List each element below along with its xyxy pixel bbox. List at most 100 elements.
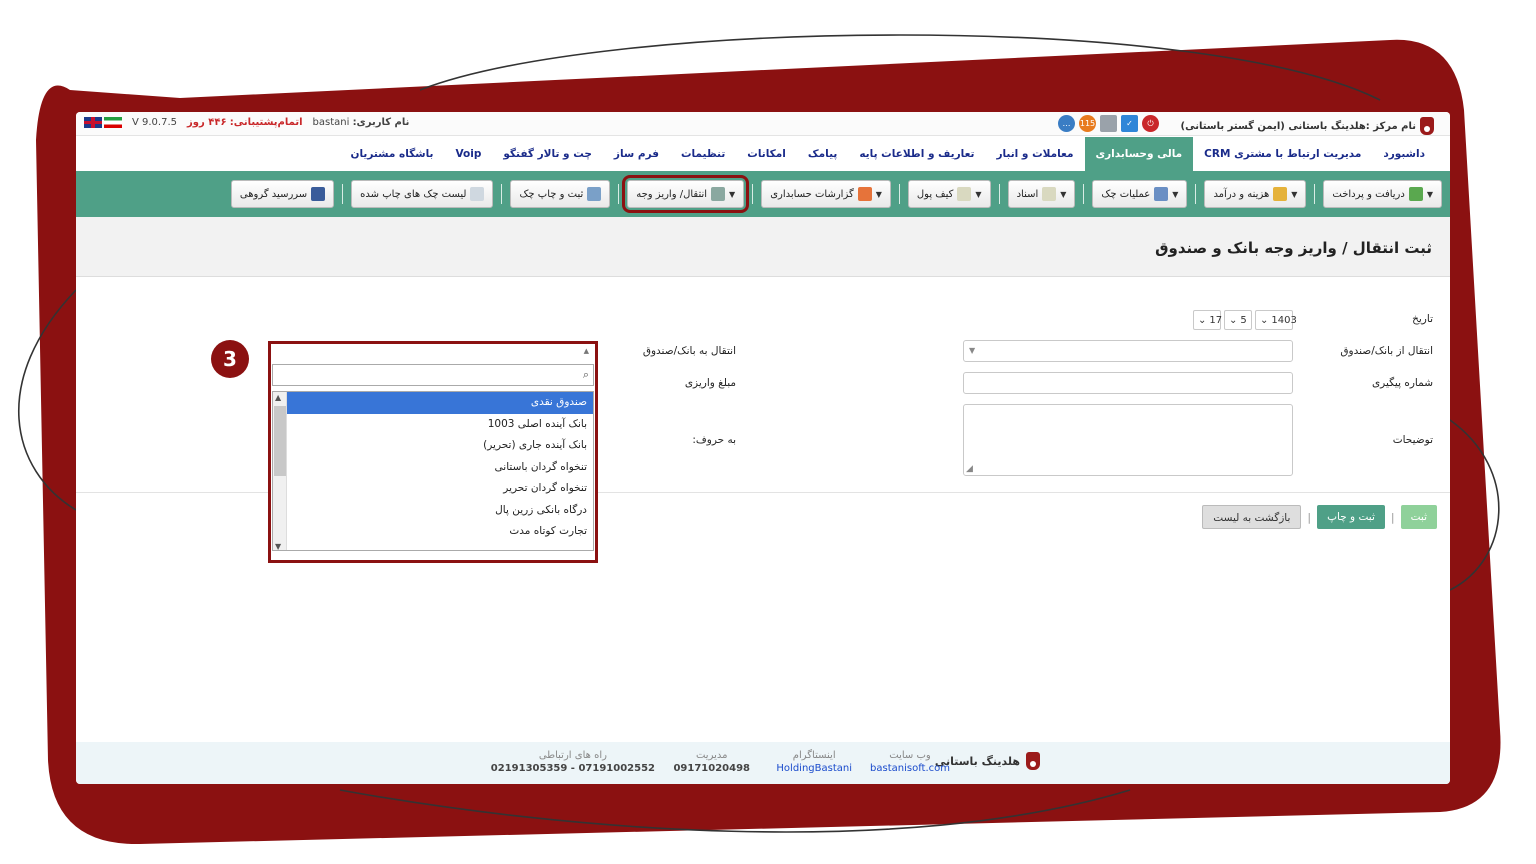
printer-icon xyxy=(587,187,602,201)
menu-crm[interactable]: مدیریت ارتباط با مشتری CRM xyxy=(1193,137,1372,171)
menu-finance[interactable]: مالی وحسابداری xyxy=(1084,137,1194,171)
resize-handle-icon[interactable]: ◢ xyxy=(966,464,973,474)
language-flags xyxy=(84,117,122,128)
caret-down-icon: ▼ xyxy=(1291,189,1298,199)
date-day-select[interactable]: ⌄ 17 xyxy=(1193,310,1223,330)
search-icon: ⌕ xyxy=(582,368,589,381)
toolbar-separator xyxy=(342,184,344,204)
support-label: اتمام‌پشتیبانی: xyxy=(229,117,303,128)
dropdown-items: صندوق نقدی بانک آینده اصلی 1003 بانک آین… xyxy=(287,392,593,543)
dropdown-options-list: ▲ ▼ صندوق نقدی بانک آینده اصلی 1003 بانک… xyxy=(272,391,594,551)
toolbar-transfer-deposit-button[interactable]: ▼ انتقال/ واریز وجه xyxy=(622,175,750,213)
notification-icon[interactable]: 115 xyxy=(1079,115,1096,132)
menu-base-info[interactable]: تعاریف و اطلاعات پایه xyxy=(848,137,985,171)
tracking-number-input[interactable] xyxy=(963,372,1293,394)
toolbar-printed-cheques-button[interactable]: لیست چک های چاپ شده xyxy=(351,180,494,208)
toolbar-separator xyxy=(1195,184,1197,204)
page-title: ثبت انتقال / واریز وجه بانک و صندوق xyxy=(1155,239,1432,257)
support-info: اتمام‌پشتیبانی: ۴۴۶ روز xyxy=(187,117,303,128)
description-textarea[interactable]: ◢ xyxy=(963,404,1293,476)
chevron-up-icon[interactable]: ▲ xyxy=(584,347,589,355)
to-account-label: انتقال به بانک/صندوق xyxy=(642,345,736,357)
date-month-select[interactable]: ⌄ 5 xyxy=(1224,310,1252,330)
dropdown-option[interactable]: صندوق نقدی xyxy=(287,392,593,414)
dropdown-option[interactable]: بانک آینده جاری (تحریر) xyxy=(287,435,593,457)
menu-sms[interactable]: پیامک xyxy=(797,137,848,171)
toolbar-print-cheque-button[interactable]: ثبت و چاپ چک xyxy=(510,180,611,208)
tracking-number-label: شماره پیگیری xyxy=(1371,377,1433,389)
submit-button[interactable]: ثبت xyxy=(1400,505,1437,529)
menu-features[interactable]: امکانات xyxy=(736,137,797,171)
dropdown-option[interactable]: تنخواه گردان باستانی xyxy=(287,457,593,479)
toolbar-cheque-ops-button[interactable]: ▼ عملیات چک xyxy=(1092,180,1188,208)
contact-phones: 07191002552 - 02191305359 xyxy=(490,763,655,774)
username-label: نام کاربری: xyxy=(352,117,410,128)
description-label: توضیحات xyxy=(1392,434,1433,446)
toolbar-wallet-button[interactable]: ▼ کیف پول xyxy=(907,180,991,208)
footer-website: وب سایت bastanisoft.com xyxy=(870,750,950,774)
scroll-down-icon[interactable]: ▼ xyxy=(275,542,281,550)
bastani-logo-icon xyxy=(1420,117,1434,135)
toolbar-transfer-deposit-label: انتقال/ واریز وجه xyxy=(636,188,708,200)
menu-dashboard[interactable]: داشبورد xyxy=(1372,137,1436,171)
toolbar-expense-income-button[interactable]: ▼ هزینه و درآمد xyxy=(1204,180,1307,208)
caret-down-icon: ▼ xyxy=(975,189,982,199)
finance-toolbar: ▼ دریافت و پرداخت ▼ هزینه و درآمد ▼ عملیات … xyxy=(76,171,1450,217)
persian-flag-icon[interactable] xyxy=(104,117,122,128)
footer-brand: هلدینگ باستانی xyxy=(935,752,1040,770)
dropdown-search-input[interactable]: ⌕ xyxy=(272,364,594,386)
dropdown-option[interactable]: تجارت کوتاه مدت xyxy=(287,521,593,543)
wallet-icon xyxy=(957,187,972,201)
scroll-up-icon[interactable]: ▲ xyxy=(275,393,281,402)
menu-form-builder[interactable]: فرم ساز xyxy=(603,137,670,171)
english-flag-icon[interactable] xyxy=(84,117,102,128)
username-info: نام کاربری: bastani xyxy=(313,117,410,128)
chevron-down-icon: ▼ xyxy=(969,346,976,355)
center-info: نام مرکز :هلدینگ باستانی (ایمن گستر باست… xyxy=(1181,117,1434,135)
chat-icon[interactable]: … xyxy=(1058,115,1075,132)
instagram-link[interactable]: HoldingBastani xyxy=(776,763,852,774)
toolbar-wallet-label: کیف پول xyxy=(916,188,954,200)
caret-down-icon: ▼ xyxy=(1172,189,1179,199)
footer: هلدینگ باستانی وب سایت bastanisoft.com ا… xyxy=(76,742,1450,784)
menu-settings[interactable]: تنظیمات xyxy=(670,137,736,171)
top-bar: نام مرکز :هلدینگ باستانی (ایمن گستر باست… xyxy=(76,112,1450,136)
contact-caption: راه های ارتباطی xyxy=(538,750,607,761)
menu-voip[interactable]: Voip xyxy=(444,137,492,171)
to-account-dropdown[interactable]: ▲ ⌕ ▲ ▼ صندوق نقدی بانک آینده اصلی 1003 … xyxy=(268,341,598,563)
toolbar-receive-pay-button[interactable]: ▼ دریافت و پرداخت xyxy=(1323,180,1442,208)
money-icon xyxy=(1408,187,1423,201)
toolbar-separator xyxy=(618,184,620,204)
chevron-down-icon: ⌄ xyxy=(1260,314,1269,326)
dropdown-option[interactable]: بانک آینده اصلی 1003 xyxy=(287,414,593,436)
caret-down-icon: ▼ xyxy=(1426,189,1433,199)
toolbar-expense-income-label: هزینه و درآمد xyxy=(1213,188,1270,200)
menu-customer-club[interactable]: باشگاه مشتریان xyxy=(339,137,444,171)
menu-trade-warehouse[interactable]: معاملات و انبار xyxy=(985,137,1084,171)
app-screen: نام مرکز :هلدینگ باستانی (ایمن گستر باست… xyxy=(76,112,1450,784)
toolbar-documents-button[interactable]: ▼ اسناد xyxy=(1007,180,1076,208)
tasks-icon[interactable]: ✓ xyxy=(1121,115,1138,132)
step-badge: 3 xyxy=(211,340,249,378)
back-to-list-button[interactable]: بازگشت به لیست xyxy=(1202,505,1302,529)
date-year-select[interactable]: ⌄ 1403 xyxy=(1255,310,1297,330)
dropdown-option[interactable]: تنخواه گردان تحریر xyxy=(287,478,593,500)
scrollbar-thumb[interactable] xyxy=(274,406,286,476)
from-account-select[interactable]: ▼ xyxy=(963,340,1293,362)
calendar-icon[interactable] xyxy=(1100,115,1117,132)
submit-print-button[interactable]: ثبت و چاپ xyxy=(1317,505,1385,529)
amount-label: مبلغ واریزی xyxy=(684,377,736,389)
toolbar-accounting-reports-button[interactable]: ▼ گزارشات حسابداری xyxy=(761,180,891,208)
toolbar-separator xyxy=(1083,184,1085,204)
main-menu: داشبورد مدیریت ارتباط با مشتری CRM مالی … xyxy=(76,137,1450,171)
website-link[interactable]: bastanisoft.com xyxy=(870,763,950,774)
instagram-caption: اینستاگرام xyxy=(792,750,836,761)
power-icon[interactable]: ⏻ xyxy=(1142,115,1159,132)
toolbar-group-due-button[interactable]: سررسید گروهی xyxy=(230,180,335,208)
action-separator: | xyxy=(1307,510,1312,524)
dropdown-scrollbar[interactable]: ▲ ▼ xyxy=(273,392,287,550)
menu-chat[interactable]: چت و تالار گفتگو xyxy=(492,137,603,171)
date-day-value: 17 xyxy=(1209,314,1223,326)
calendar-grid-icon xyxy=(311,187,326,201)
dropdown-option[interactable]: درگاه بانکی زرین پال xyxy=(287,500,593,522)
